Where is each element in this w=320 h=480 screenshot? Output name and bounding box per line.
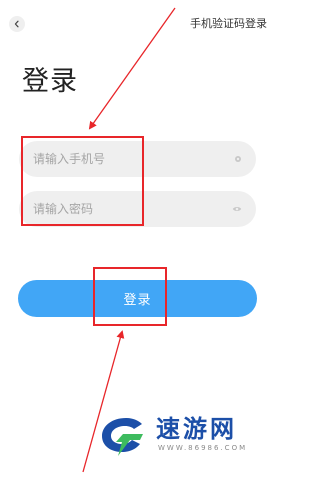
phone-input[interactable] [33,152,203,166]
login-button[interactable]: 登录 [18,280,257,317]
watermark-name: 速游网 [156,415,237,443]
watermark: 速游网 WWW.86986.COM [96,412,266,462]
eye-icon[interactable] [232,205,242,213]
watermark-url: WWW.86986.COM [158,444,248,452]
password-input[interactable] [33,202,203,216]
chevron-left-icon [14,20,19,28]
page-title: 登录 [22,66,78,97]
sms-login-link[interactable]: 手机验证码登录 [190,16,267,32]
phone-field[interactable] [19,141,256,177]
password-field[interactable] [19,191,256,227]
back-button[interactable] [9,16,25,32]
annotation-arrow-top [88,7,176,130]
watermark-logo-icon [102,418,143,456]
clear-dot-icon[interactable] [234,155,242,163]
